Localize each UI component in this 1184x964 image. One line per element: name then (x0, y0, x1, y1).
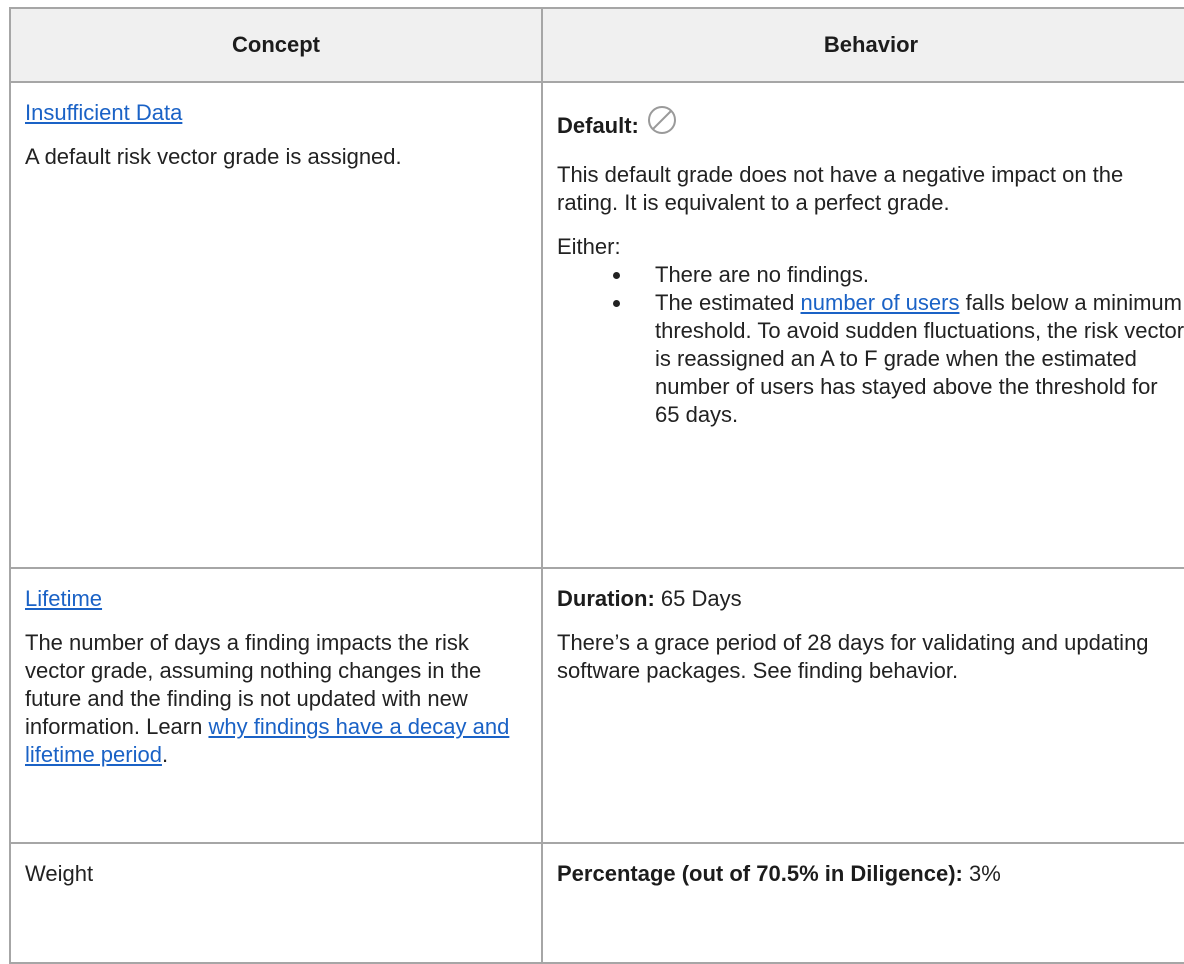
percentage-value: 3% (962, 861, 1001, 886)
concept-description: A default risk vector grade is assigned. (25, 144, 402, 169)
list-item: There are no findings. (609, 261, 1184, 289)
table-header-row: Concept Behavior (9, 7, 1184, 83)
concept-cell: Weight (9, 842, 543, 964)
default-label: Default: (557, 113, 639, 138)
table-row: Lifetime The number of days a finding im… (9, 567, 1184, 844)
table-row: Weight Percentage (out of 70.5% in Dilig… (9, 842, 1184, 964)
concept-description: The number of days a finding impacts the… (25, 630, 510, 767)
behavior-cell: Duration: 65 Days There’s a grace period… (541, 567, 1184, 844)
header-concept: Concept (9, 7, 543, 83)
insufficient-data-link[interactable]: Insufficient Data (25, 100, 182, 125)
percentage-label: Percentage (out of 70.5% in Diligence): (557, 861, 963, 886)
concept-cell: Lifetime The number of days a finding im… (9, 567, 543, 844)
behavior-cell: Default: This default grade does not hav… (541, 81, 1184, 569)
duration-value: 65 Days (654, 586, 742, 611)
either-label: Either: (557, 234, 621, 259)
list-item: The estimated number of users falls belo… (609, 289, 1184, 429)
lifetime-link[interactable]: Lifetime (25, 586, 102, 611)
duration-label: Duration: (557, 586, 655, 611)
default-grade-description: This default grade does not have a negat… (557, 162, 1124, 215)
grace-period-description: There’s a grace period of 28 days for va… (557, 630, 1149, 683)
condition-list: There are no findings. The estimated num… (557, 261, 1184, 429)
concept-behavior-table: Concept Behavior Insufficient Data A def… (9, 7, 1184, 964)
concept-cell: Insufficient Data A default risk vector … (9, 81, 543, 569)
behavior-cell: Percentage (out of 70.5% in Diligence): … (541, 842, 1184, 964)
header-behavior: Behavior (541, 7, 1184, 83)
table-row: Insufficient Data A default risk vector … (9, 81, 1184, 569)
no-entry-circle-icon (647, 105, 677, 135)
number-of-users-link[interactable]: number of users (801, 290, 960, 315)
weight-label: Weight (25, 861, 94, 886)
